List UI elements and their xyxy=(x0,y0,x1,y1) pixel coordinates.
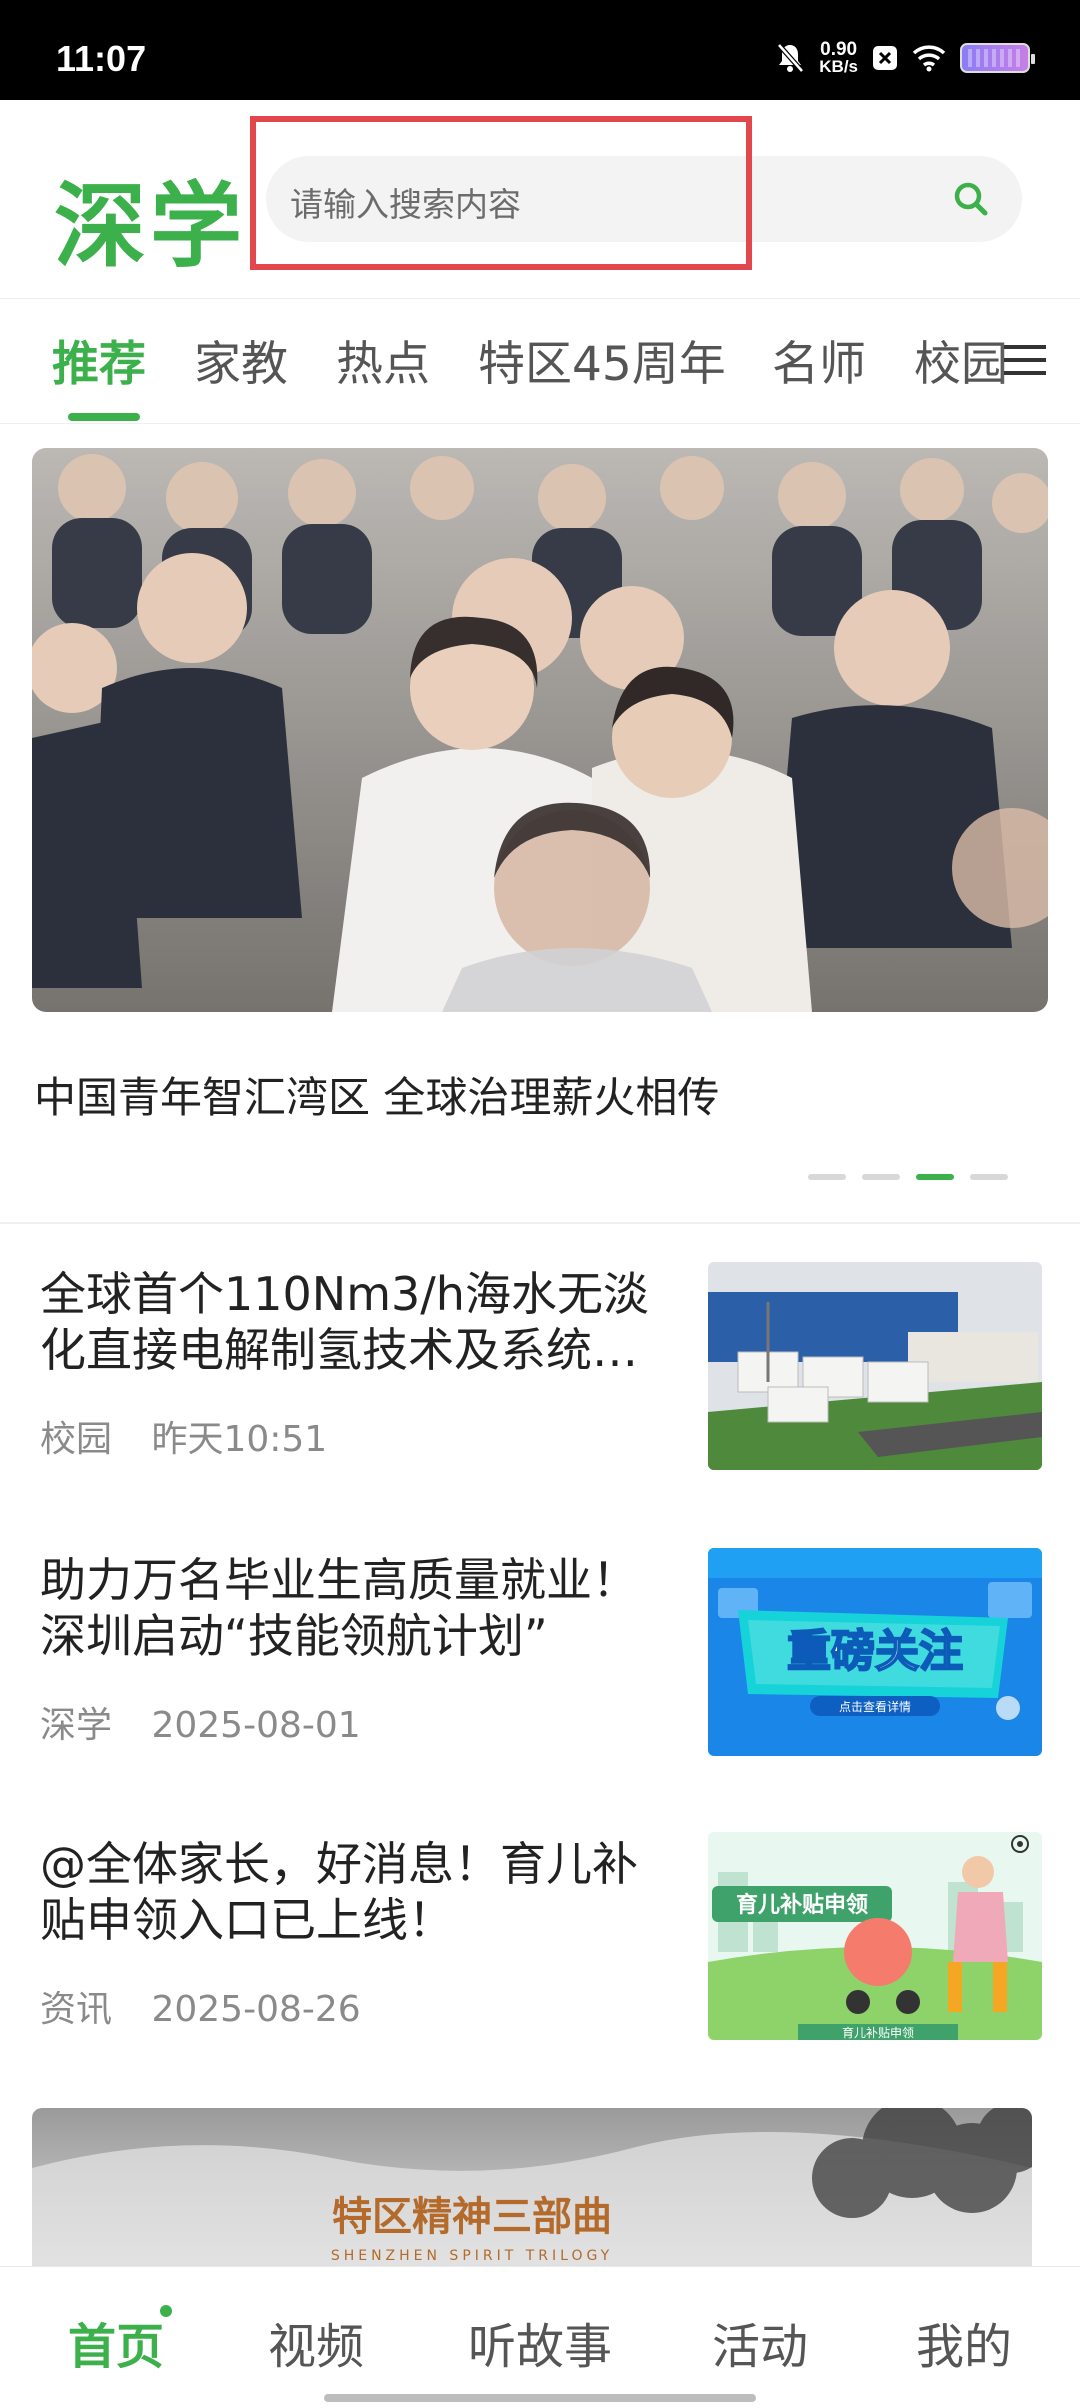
tab-recommend[interactable]: 推荐 xyxy=(52,325,146,394)
nav-activities[interactable]: 活动 xyxy=(712,2307,808,2377)
news-time: 2025-08-01 xyxy=(151,1705,361,1746)
promo-banner[interactable]: 特区精神三部曲 SHENZHEN SPIRIT TRILOGY xyxy=(32,2108,1032,2268)
news-title: @全体家长，好消息！育儿补贴申领入口已上线！ xyxy=(40,1837,638,1947)
news-meta: 深学 2025-08-01 xyxy=(40,1696,361,1748)
status-time: 11:07 xyxy=(56,38,147,79)
search-icon[interactable] xyxy=(952,180,990,218)
tab-active-indicator xyxy=(68,413,140,421)
news-source: 校园 xyxy=(40,1419,113,1460)
tab-teachers[interactable]: 名师 xyxy=(772,325,866,394)
news-meta: 资讯 2025-08-26 xyxy=(40,1980,361,2032)
svg-text:育儿补贴申领: 育儿补贴申领 xyxy=(736,1892,868,1918)
banner-image[interactable] xyxy=(32,448,1048,1012)
tab-hot[interactable]: 热点 xyxy=(336,325,430,394)
news-time: 2025-08-26 xyxy=(151,1989,361,2030)
tab-campus[interactable]: 校园 xyxy=(914,325,1008,394)
wifi-icon xyxy=(912,44,946,72)
section-divider xyxy=(0,1222,1080,1224)
close-box-icon xyxy=(872,45,898,71)
news-thumbnail xyxy=(708,1262,1042,1470)
news-title: 全球首个110Nm3/h海水无淡化直接电解制氢技术及系统… xyxy=(40,1267,649,1377)
tab-menu-icon[interactable] xyxy=(1004,343,1046,377)
category-tabs: 推荐 家教 热点 特区45周年 名师 校园 xyxy=(0,298,1080,424)
svg-text:特区精神三部曲: 特区精神三部曲 xyxy=(332,2193,612,2240)
tab-tutoring[interactable]: 家教 xyxy=(194,325,288,394)
nav-home[interactable]: 首页 xyxy=(68,2307,164,2377)
carousel-dot-active xyxy=(916,1174,954,1180)
carousel-dot xyxy=(970,1174,1008,1180)
carousel-dot xyxy=(862,1174,900,1180)
status-icons: 0.90 KB/s xyxy=(775,39,1035,76)
svg-text:点击查看详情: 点击查看详情 xyxy=(839,1699,911,1714)
bottom-nav: 首页 视频 听故事 活动 我的 xyxy=(0,2266,1080,2408)
news-title: 助力万名毕业生高质量就业！深圳启动“技能领航计划” xyxy=(40,1553,638,1663)
svg-text:育儿补贴申领: 育儿补贴申领 xyxy=(842,2025,914,2040)
search-highlight-frame xyxy=(250,116,752,270)
news-item[interactable]: 全球首个110Nm3/h海水无淡化直接电解制氢技术及系统… 校园 昨天10:51 xyxy=(0,1262,1080,1506)
news-time: 昨天10:51 xyxy=(151,1419,328,1460)
nav-me[interactable]: 我的 xyxy=(916,2307,1012,2377)
carousel-dots xyxy=(808,1174,1008,1180)
news-item[interactable]: @全体家长，好消息！育儿补贴申领入口已上线！ 资讯 2025-08-26 育儿补… xyxy=(0,1832,1080,2076)
home-indicator[interactable] xyxy=(324,2394,756,2402)
net-speed: 0.90 KB/s xyxy=(819,39,858,76)
svg-text:重磅关注: 重磅关注 xyxy=(787,1626,963,1677)
app-logo: 深学 xyxy=(54,173,247,280)
battery-icon xyxy=(960,43,1035,73)
news-thumbnail: 育儿补贴申领 育儿补贴申领 xyxy=(708,1832,1042,2040)
nav-stories[interactable]: 听故事 xyxy=(468,2307,612,2377)
news-meta: 校园 昨天10:51 xyxy=(40,1410,327,1462)
news-item[interactable]: 助力万名毕业生高质量就业！深圳启动“技能领航计划” 深学 2025-08-01 … xyxy=(0,1548,1080,1792)
news-source: 深学 xyxy=(40,1705,113,1746)
tab-sez-45[interactable]: 特区45周年 xyxy=(478,325,726,394)
banner-caption[interactable]: 中国青年智汇湾区 全球治理薪火相传 xyxy=(34,1064,719,1125)
carousel-dot xyxy=(808,1174,846,1180)
status-bar: 11:07 0.90 KB/s xyxy=(0,0,1080,100)
svg-text:SHENZHEN SPIRIT TRILOGY: SHENZHEN SPIRIT TRILOGY xyxy=(331,2248,613,2264)
news-source: 资讯 xyxy=(40,1989,113,2030)
mute-bell-icon xyxy=(775,42,805,74)
nav-home-badge xyxy=(160,2305,172,2317)
nav-video[interactable]: 视频 xyxy=(268,2307,364,2377)
news-thumbnail: 重磅关注 点击查看详情 xyxy=(708,1548,1042,1756)
